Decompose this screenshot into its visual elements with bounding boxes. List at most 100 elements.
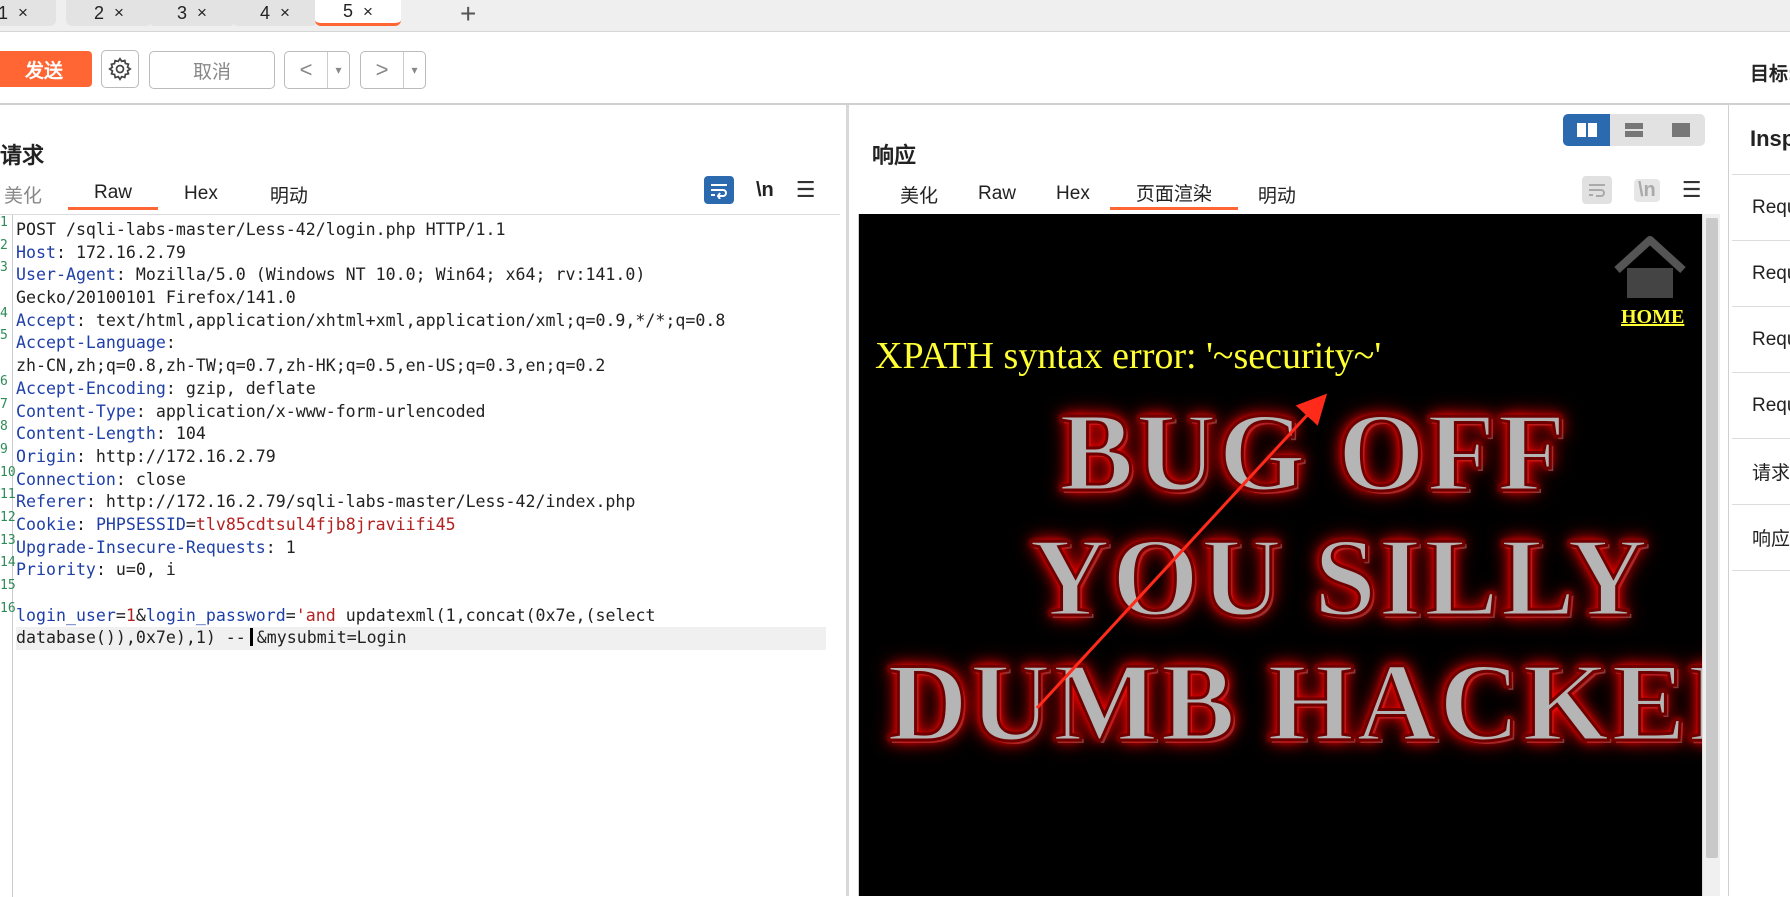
newline-toggle[interactable]: \n <box>756 179 774 202</box>
close-icon[interactable]: × <box>197 3 207 23</box>
layout-split-button[interactable] <box>1563 114 1611 146</box>
tab-hex[interactable]: Hex <box>1036 178 1110 210</box>
line-number <box>0 283 12 306</box>
tab-4[interactable]: 4 × <box>232 0 318 26</box>
line-number <box>0 351 12 374</box>
close-icon[interactable]: × <box>18 3 28 23</box>
columns-icon <box>1576 123 1597 137</box>
header-name: Cookie <box>16 514 76 534</box>
request-view-tabs: 美化 Raw Hex 明动 <box>0 178 334 210</box>
response-scrollbar[interactable] <box>1702 214 1720 896</box>
close-icon[interactable]: × <box>280 3 290 23</box>
header-name: Accept-Encoding <box>16 378 166 398</box>
wrap-toggle-button[interactable] <box>1582 176 1612 204</box>
code-line[interactable]: Content-Length: 104 <box>16 423 826 446</box>
settings-button[interactable] <box>101 50 139 88</box>
scroll-thumb[interactable] <box>1706 218 1718 858</box>
tab-mingdong[interactable]: 明动 <box>244 178 334 210</box>
code-line[interactable]: Referer: http://172.16.2.79/sqli-labs-ma… <box>16 491 826 514</box>
request-title: 请求 <box>0 143 45 168</box>
inspector-row-body[interactable]: Request body parameters <box>1732 306 1790 372</box>
code-line[interactable]: Accept: text/html,application/xhtml+xml,… <box>16 310 826 333</box>
code-line[interactable]: Content-Type: application/x-www-form-url… <box>16 401 826 424</box>
line-number: 6 <box>0 373 8 389</box>
close-icon[interactable]: × <box>114 3 124 23</box>
tab-raw[interactable]: Raw <box>68 178 159 210</box>
tab-render[interactable]: 页面渲染 <box>1109 178 1238 210</box>
menu-icon[interactable]: ☰ <box>796 177 816 203</box>
tab-pretty[interactable]: 美化 <box>880 178 958 210</box>
code-line[interactable]: Connection: close <box>16 469 826 492</box>
code-text: : http://172.16.2.79/sqli-labs-master/Le… <box>85 492 636 512</box>
cookie-value: tlv85cdtsul4fjb8jraviifi45 <box>195 514 456 534</box>
back-button[interactable]: < ▾ <box>284 51 350 89</box>
wrap-toggle-button[interactable] <box>704 176 734 204</box>
target-label[interactable]: 目标: <box>1750 59 1790 86</box>
param-name: login_password <box>145 605 286 625</box>
panel-splitter[interactable] <box>846 105 849 896</box>
code-line[interactable]: POST /sqli-labs-master/Less-42/login.php… <box>16 219 826 242</box>
code-line[interactable]: User-Agent: Mozilla/5.0 (Windows NT 10.0… <box>16 264 826 287</box>
code-line[interactable]: Priority: u=0, i <box>16 559 826 582</box>
send-button[interactable]: 发送 <box>0 51 92 87</box>
code-text: : text/html,application/xhtml+xml,applic… <box>75 310 726 330</box>
code-text: : u=0, i <box>95 560 176 580</box>
param-name: login_user <box>16 605 116 625</box>
tab-raw[interactable]: Raw <box>958 178 1036 210</box>
tab-5[interactable]: 5 × <box>315 0 401 26</box>
response-view-tabs: 美化 Raw Hex 页面渲染 明动 <box>880 178 1316 210</box>
tab-hex[interactable]: Hex <box>158 178 244 210</box>
response-tools: \n ☰ <box>1582 176 1702 204</box>
header-name: Accept <box>16 310 76 330</box>
code-line[interactable]: Accept-Encoding: gzip, deflate <box>16 378 826 401</box>
tab-1[interactable]: 1 × <box>0 0 56 26</box>
line-number <box>0 623 12 646</box>
code-line[interactable]: zh-CN,zh;q=0.8,zh-TW;q=0.7,zh-HK;q=0.5,e… <box>16 355 826 378</box>
code-text: & <box>135 605 146 625</box>
chevron-down-icon[interactable]: ▾ <box>403 52 425 88</box>
code-line[interactable]: Gecko/20100101 Firefox/141.0 <box>16 287 826 310</box>
inspector-row-response-headers[interactable]: 响应头 <box>1732 504 1790 570</box>
chevron-down-icon[interactable]: ▾ <box>327 52 349 88</box>
line-number: 11 <box>0 487 16 503</box>
line-number: 12 <box>0 509 16 525</box>
forward-button[interactable]: > ▾ <box>360 51 426 89</box>
wrap-icon <box>711 184 727 199</box>
inspector-row-request-headers[interactable]: 请求头 <box>1732 438 1790 504</box>
tab-label: 4 <box>260 2 271 23</box>
newline-toggle[interactable]: \n <box>1634 178 1660 202</box>
layout-toggle[interactable] <box>1563 114 1705 146</box>
code-text: : <box>75 514 96 534</box>
code-line[interactable]: Cookie: PHPSESSID=tlv85cdtsul4fjb8jravii… <box>16 514 826 537</box>
code-line[interactable]: Origin: http://172.16.2.79 <box>16 446 826 469</box>
code-line[interactable]: database()),0x7e),1) -- &mysubmit=Login <box>16 627 826 651</box>
cancel-button[interactable]: 取消 <box>149 51 275 89</box>
header-name: Host <box>16 242 56 262</box>
tab-pretty[interactable]: 美化 <box>0 178 68 210</box>
inspector-row-attributes[interactable]: Request attributes <box>1732 174 1790 240</box>
close-icon[interactable]: × <box>363 2 373 22</box>
line-number: 3 <box>0 260 8 276</box>
code-line[interactable]: Upgrade-Insecure-Requests: 1 <box>16 537 826 560</box>
tab-3[interactable]: 3 × <box>149 0 235 26</box>
layout-single-button[interactable] <box>1658 114 1705 146</box>
param-value: 'and <box>295 605 336 625</box>
inspector-row-cookies[interactable]: Request cookies <box>1732 372 1790 438</box>
code-text: zh-CN,zh;q=0.8,zh-TW;q=0.7,zh-HK;q=0.5,e… <box>16 356 606 376</box>
tab-2[interactable]: 2 × <box>66 0 152 26</box>
code-line[interactable]: login_user=1&login_password='and updatex… <box>16 605 826 628</box>
code-line[interactable] <box>16 582 826 605</box>
inspector-row-query[interactable]: Request query parameters <box>1732 240 1790 306</box>
code-line[interactable]: Host: 172.16.2.79 <box>16 242 826 265</box>
add-tab-button[interactable]: + <box>460 0 476 30</box>
tab-mingdong[interactable]: 明动 <box>1238 178 1316 210</box>
layout-rows-button[interactable] <box>1610 114 1657 146</box>
menu-icon[interactable]: ☰ <box>1682 177 1702 203</box>
divider <box>0 103 1790 105</box>
line-gutter: 1 2 3 4 5 6 7 8 9 10 11 12 13 14 15 16 <box>0 215 16 897</box>
code-line[interactable]: Accept-Language: <box>16 332 826 355</box>
rows-icon <box>1624 123 1643 137</box>
request-code[interactable]: POST /sqli-labs-master/Less-42/login.php… <box>16 219 826 651</box>
chevron-right-icon: > <box>375 57 389 82</box>
request-editor[interactable]: 1 2 3 4 5 6 7 8 9 10 11 12 13 14 15 16 POST /sqli-labs-… <box>0 214 840 897</box>
